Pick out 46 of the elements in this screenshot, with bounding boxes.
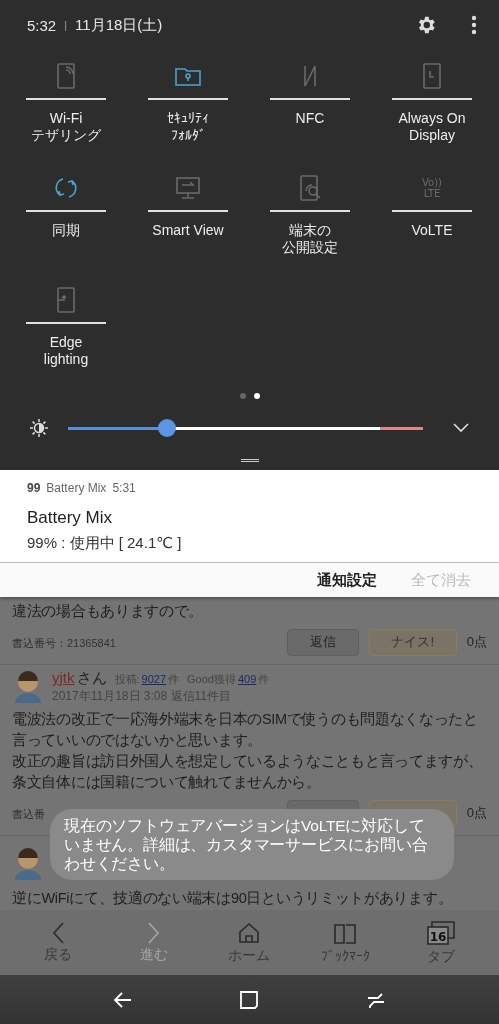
tile-label[interactable]: Display (409, 127, 455, 144)
tile-label[interactable]: Edge (49, 334, 83, 351)
tile-label[interactable]: 公開設定 (282, 239, 338, 256)
score-text: 0点 (466, 633, 487, 651)
tile-label[interactable]: Smart View (152, 222, 224, 239)
page-dot[interactable] (239, 393, 246, 399)
tile-label[interactable]: VoLTE (411, 222, 453, 239)
tile-label[interactable]: 端末の (289, 222, 331, 239)
notification-title: Battery Mix (27, 508, 114, 528)
post-body: 電波法の改正で一応海外端末を日本のSIMで使うのも問題なくなったと言っていいのではないかと思います。 (12, 710, 479, 750)
notification-card[interactable]: 99 Battery Mix 5:31 Battery Mix 99% : 使用中 [ 24.1℃ ] (0, 470, 499, 562)
brightness-icon (30, 419, 48, 437)
chevron-right-icon (147, 921, 160, 944)
date-text: 11月18日(土) (75, 15, 163, 35)
tile-label[interactable]: テザリング (31, 127, 101, 144)
tile-label[interactable]: lighting (43, 351, 89, 368)
message-toast: 現在のソフトウェアバージョンはVoLTEに対応していません。詳細は、カスタマーサービスにお問い合わせください。 (50, 809, 454, 880)
tile-label[interactable]: Always On (398, 110, 466, 127)
post-number: 書込番 (12, 808, 45, 820)
more-icon[interactable] (471, 15, 477, 35)
slider-thumb[interactable] (158, 419, 177, 437)
app-name: Battery Mix (46, 481, 107, 495)
post-body: 違法の場合もありますので。 (12, 602, 205, 621)
notification-time: 5:31 (112, 481, 136, 495)
page-dot[interactable] (253, 393, 260, 399)
post-body: 改正の趣旨は訪日外国人を想定しているようなこともと言ってますが、条文自体には国籍について触れてませんから。 (12, 752, 484, 792)
drag-handle[interactable] (240, 458, 259, 462)
post-body: 逆にWiFiにて、技適のない端末は90日というリミットがあります。 (12, 889, 454, 908)
tile-label[interactable]: ｾｷｭﾘﾃｨ (167, 110, 209, 127)
clock-time: 5:32 (27, 16, 57, 34)
score-text: 0点 (466, 804, 487, 822)
honorific: さん (76, 669, 107, 688)
book-icon (332, 921, 359, 946)
avatar-icon (12, 846, 44, 880)
tile-label[interactable]: ﾌｫﾙﾀﾞ (170, 127, 206, 144)
avatar-icon (12, 669, 44, 703)
volte-icon: Vo)) LTE (417, 173, 447, 203)
chevron-down-icon[interactable] (453, 423, 469, 433)
app-icon-text: 99 (27, 481, 41, 495)
chevron-left-icon (51, 921, 64, 944)
separator: | (64, 19, 68, 31)
tile-label[interactable]: Wi-Fi (49, 110, 83, 127)
tile-label[interactable]: NFC (295, 110, 325, 127)
tile-label[interactable]: 同期 (52, 222, 80, 239)
notification-action[interactable]: 通知設定 (317, 570, 377, 590)
notification-text: 99% : 使用中 [ 24.1℃ ] (27, 534, 183, 553)
